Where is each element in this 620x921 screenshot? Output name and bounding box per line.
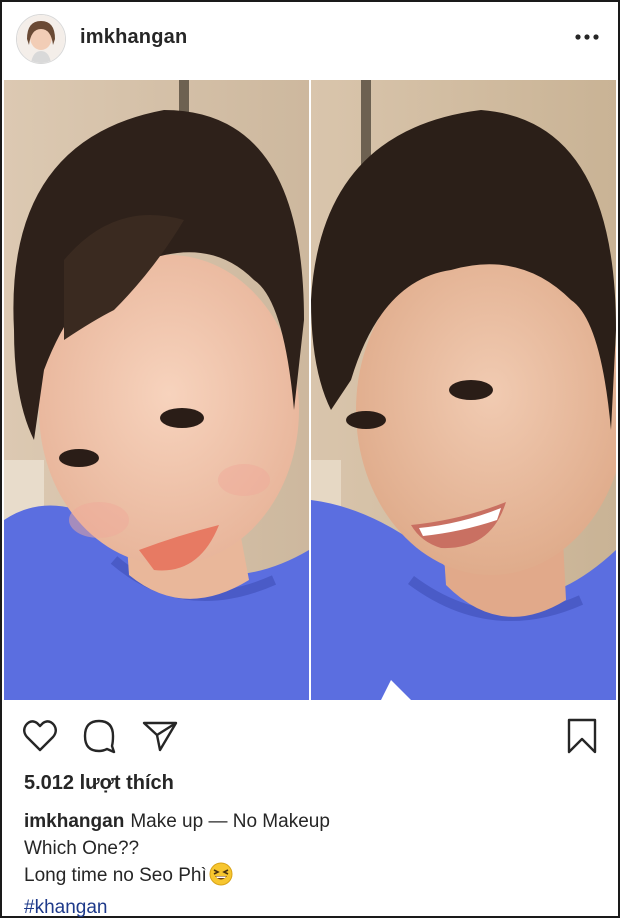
post-caption: imkhangan Make up — No Makeup Which One??… bbox=[24, 808, 604, 921]
caption-hashtag[interactable]: #khangan bbox=[24, 894, 604, 921]
caption-line-2: Which One?? bbox=[24, 838, 140, 859]
photo-makeup bbox=[4, 80, 309, 700]
profile-avatar[interactable] bbox=[16, 14, 66, 64]
header-username[interactable]: imkhangan bbox=[80, 26, 187, 49]
caption-username[interactable]: imkhangan bbox=[24, 811, 124, 832]
avatar-image bbox=[17, 15, 65, 63]
comment-icon[interactable] bbox=[80, 716, 120, 756]
caption-line-1: imkhangan Make up — No Makeup bbox=[24, 808, 604, 835]
post-actions bbox=[2, 702, 618, 772]
likes-count[interactable]: 5.012 lượt thích bbox=[24, 772, 174, 795]
photo-no-makeup bbox=[311, 80, 616, 700]
heart-icon[interactable] bbox=[20, 716, 60, 756]
send-icon[interactable] bbox=[140, 716, 180, 756]
post-media[interactable] bbox=[4, 80, 616, 700]
instagram-post-card: imkhangan 5.012 lượt thích imkhangan Mak… bbox=[0, 0, 620, 918]
caption-line-3: Long time no Seo Phì bbox=[24, 862, 604, 894]
caption-text-3: Long time no Seo Phì bbox=[24, 865, 207, 886]
caption-text-1: Make up — No Makeup bbox=[130, 811, 330, 832]
more-options-icon[interactable] bbox=[572, 22, 602, 52]
bookmark-icon[interactable] bbox=[562, 716, 602, 756]
grinning-squinting-face-emoji bbox=[209, 862, 233, 894]
post-header: imkhangan bbox=[2, 2, 618, 78]
